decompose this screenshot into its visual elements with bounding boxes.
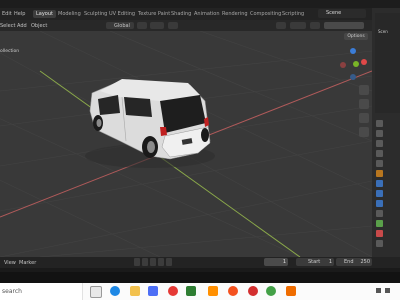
playback-controls [134,258,174,266]
scene-properties-icon[interactable] [376,160,383,167]
texture-properties-icon[interactable] [376,240,383,247]
outliner[interactable]: Scen [375,13,400,113]
tool-properties-icon[interactable] [376,120,383,127]
snap-toggle[interactable] [150,22,164,29]
gizmo-neg-x-axis[interactable] [340,62,346,68]
render-properties-icon[interactable] [376,130,383,137]
jump-start-button[interactable] [134,258,140,266]
tab-layout[interactable]: Layout [33,10,56,18]
tab-animation[interactable]: Animation [191,10,223,18]
outliner-scene-label: Scen [378,29,388,34]
end-value: 250 [360,259,370,265]
vlc-icon[interactable] [208,286,218,296]
3d-viewport[interactable]: ollection Options [0,31,372,257]
output-properties-icon[interactable] [376,140,383,147]
timeline: View Marker 1 Start 1 End 250 [0,257,400,272]
chrome-icon[interactable] [168,286,178,296]
camera-view-icon[interactable] [359,113,369,123]
system-tray[interactable] [372,286,398,296]
proportional-toggle[interactable] [168,22,178,29]
start-label: Start [308,259,321,265]
taskbar-search[interactable]: search [0,283,83,300]
tab-rendering[interactable]: Rendering [219,10,251,18]
scene-selector[interactable]: Scene [318,9,366,18]
volume-icon[interactable] [385,288,390,293]
view-object-types[interactable] [276,22,286,29]
gizmo-z-axis[interactable] [350,48,356,54]
timeline-menu-view[interactable]: View [4,260,16,266]
navigation-gizmo[interactable] [338,48,370,82]
windows-taskbar: search [0,283,400,300]
network-icon[interactable] [376,288,381,293]
start-frame-field[interactable]: Start 1 [296,258,334,266]
car-model [85,79,215,168]
particles-icon[interactable] [376,190,383,197]
menu-object[interactable]: Object [31,23,47,29]
gizmo-neg-z-axis[interactable] [350,74,356,80]
menu-help[interactable]: Help [14,11,25,17]
end-frame-field[interactable]: End 250 [336,258,372,266]
material-properties-icon[interactable] [376,230,383,237]
current-frame-field[interactable]: 1 [264,258,288,266]
tab-modeling[interactable]: Modeling [55,10,84,18]
shading-modes[interactable] [324,22,364,29]
menu-edit[interactable]: Edit [2,11,12,17]
view-layer-icon[interactable] [376,150,383,157]
menu-add[interactable]: Add [17,23,27,29]
timeline-menu-marker[interactable]: Marker [19,260,36,266]
gizmo-y-axis[interactable] [353,61,359,67]
play-button[interactable] [158,258,164,266]
opera-icon[interactable] [248,286,258,296]
store-icon[interactable] [148,286,158,296]
pivot-dropdown[interactable] [137,22,147,29]
pan-tool-icon[interactable] [359,99,369,109]
file-explorer-icon[interactable] [130,286,140,296]
scene-label: Scene [326,10,342,16]
zoom-tool-icon[interactable] [359,85,369,95]
menu-select[interactable]: Select [0,23,15,29]
overlays-toggle[interactable] [290,22,306,29]
xray-toggle[interactable] [310,22,320,29]
constraints-icon[interactable] [376,210,383,217]
blender-icon[interactable] [286,286,296,296]
search-placeholder: search [2,288,22,295]
chrome-icon-2[interactable] [266,286,276,296]
collection-label: ollection [0,49,20,54]
properties-panel: Scen [372,8,400,257]
status-bar [0,272,400,283]
start-value: 1 [328,259,332,265]
tab-scripting[interactable]: Scripting [279,10,307,18]
play-reverse-button[interactable] [150,258,156,266]
data-properties-icon[interactable] [376,220,383,227]
gizmo-x-axis[interactable] [361,59,367,65]
edge-icon[interactable] [110,286,120,296]
viewport-header: Select Add Object Global [0,20,372,31]
viewport-canvas [0,31,372,257]
firefox-icon[interactable] [228,286,238,296]
physics-icon[interactable] [376,200,383,207]
task-view-icon[interactable] [90,286,102,298]
end-label: End [344,259,354,265]
mail-icon[interactable] [186,286,196,296]
orientation-label: Global [114,23,130,29]
object-properties-icon[interactable] [376,170,383,177]
top-menu-bar: Edit Help Layout Modeling Sculpting UV E… [0,8,372,20]
modifier-properties-icon[interactable] [376,180,383,187]
next-keyframe-button[interactable] [166,258,172,266]
tab-uv-editing[interactable]: UV Editing [106,10,138,18]
prev-keyframe-button[interactable] [142,258,148,266]
perspective-toggle-icon[interactable] [359,127,369,137]
options-button[interactable]: Options [344,33,368,40]
